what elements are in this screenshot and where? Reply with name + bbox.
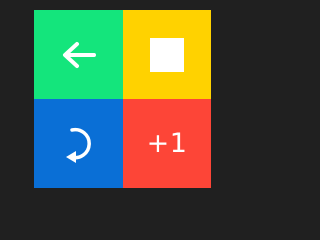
stop-button[interactable] [123,10,211,99]
undo-button[interactable] [34,99,123,188]
arrow-left-icon [62,41,96,68]
plus-one-button[interactable]: +1 [123,99,211,188]
rotate-undo-icon [65,127,91,163]
control-pad: +1 [34,10,211,188]
plus-one-label: +1 [146,128,188,159]
back-button[interactable] [34,10,123,99]
stop-square-icon [150,37,184,72]
